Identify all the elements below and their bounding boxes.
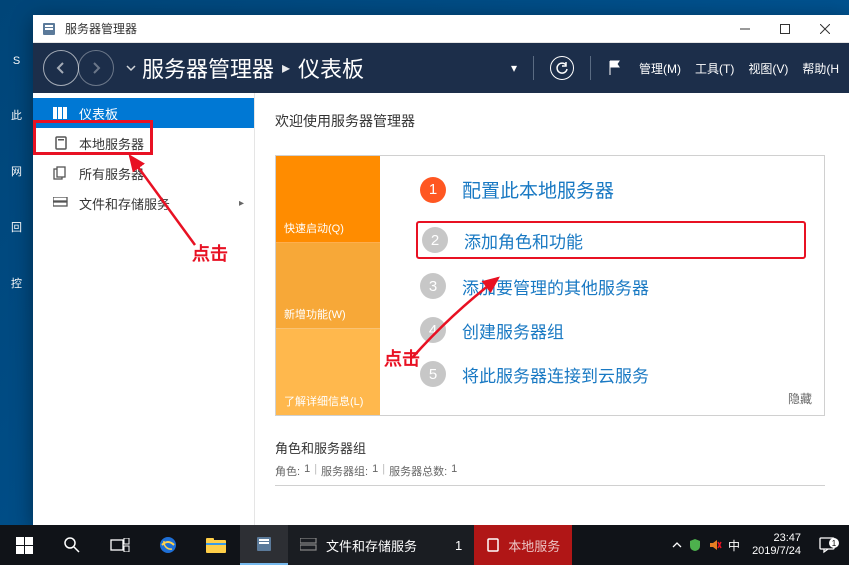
window-title: 服务器管理器 [65,20,137,37]
system-tray[interactable]: 中 [672,537,740,554]
titlebar: 服务器管理器 [33,15,849,43]
content-pane: 欢迎使用服务器管理器 快速启动(Q) 新增功能(W) 了解详细信息(L) 1 配… [255,93,849,526]
flag-icon[interactable] [607,59,623,77]
minimize-button[interactable] [725,17,765,41]
servers-icon [53,165,69,181]
welcome-heading: 欢迎使用服务器管理器 [275,111,825,131]
hide-link[interactable]: 隐藏 [788,390,812,407]
step-connect-cloud[interactable]: 5 将此服务器连接到云服务 [420,361,806,387]
taskbar-ie[interactable] [144,525,192,565]
taskbar-tile-storage[interactable]: 文件和存储服务 1 [288,525,474,565]
tray-shield-icon[interactable] [688,538,702,552]
nav-back-button[interactable] [43,50,79,86]
sidebar-item-all-servers[interactable]: 所有服务器 [33,158,254,188]
sidebar: 仪表板 本地服务器 所有服务器 文件和存储服务 ▸ [33,93,255,526]
nav-forward-button[interactable] [78,50,114,86]
breadcrumb-page[interactable]: 仪表板 [298,52,364,84]
sidebar-item-label: 文件和存储服务 [79,194,170,213]
dashboard-icon [53,105,69,121]
menu-help[interactable]: 帮助(H [802,60,839,77]
steps-list: 1 配置此本地服务器 2 添加角色和功能 3 添加要管理的其他服务器 4 [380,156,824,415]
tray-volume-icon[interactable] [708,538,722,552]
start-button[interactable] [0,525,48,565]
roles-section: 角色和服务器组 角色:1 | 服务器组:1 | 服务器总数:1 [275,438,825,486]
sidebar-item-label: 本地服务器 [79,134,144,153]
desktop-icons-column: S 此 网 回 控 [0,0,33,525]
breadcrumb: 服务器管理器 ▸ 仪表板 [142,52,511,84]
sidebar-item-dashboard[interactable]: 仪表板 [33,98,254,128]
nav-dropdown-icon[interactable] [126,63,136,73]
sidebar-item-label: 所有服务器 [79,164,144,183]
navbar: 服务器管理器 ▸ 仪表板 ▾ 管理(M) 工具(T) 视图(V) 帮助(H [33,43,849,93]
taskbar-explorer[interactable] [192,525,240,565]
app-icon [41,21,57,37]
roles-heading: 角色和服务器组 [275,438,825,457]
server-icon [53,135,69,151]
tile-quickstart[interactable]: 快速启动(Q) [276,156,380,243]
close-button[interactable] [805,17,845,41]
notification-center[interactable]: 1 [813,536,841,554]
refresh-icon[interactable] [550,56,574,80]
ime-indicator[interactable]: 中 [728,537,740,554]
menu-view[interactable]: 视图(V) [748,60,788,77]
breadcrumb-app[interactable]: 服务器管理器 [142,52,274,84]
tile-learnmore[interactable]: 了解详细信息(L) [276,329,380,415]
tray-chevron-icon[interactable] [672,540,682,550]
chevron-right-icon: ▸ [239,198,244,209]
sidebar-item-local-server[interactable]: 本地服务器 [33,128,254,158]
storage-icon [53,195,69,211]
step-configure-local[interactable]: 1 配置此本地服务器 [420,176,806,203]
sidebar-item-label: 仪表板 [79,104,118,123]
step-add-servers[interactable]: 3 添加要管理的其他服务器 [420,273,806,299]
taskbar-taskview[interactable] [96,525,144,565]
menu-tools[interactable]: 工具(T) [695,60,734,77]
welcome-tiles: 快速启动(Q) 新增功能(W) 了解详细信息(L) 1 配置此本地服务器 2 添… [275,155,825,416]
taskbar-tile-local[interactable]: 本地服务 [474,525,572,565]
taskbar-search[interactable] [48,525,96,565]
step-create-group[interactable]: 4 创建服务器组 [420,317,806,343]
taskbar-server-manager[interactable] [240,525,288,565]
menu-manage[interactable]: 管理(M) [639,60,681,77]
taskbar-clock[interactable]: 23:47 2019/7/24 [746,532,807,558]
taskbar: 文件和存储服务 1 本地服务 中 23:47 2019/7/24 1 [0,525,849,565]
server-manager-window: 服务器管理器 服务器管理器 ▸ 仪表板 ▾ [33,15,849,526]
maximize-button[interactable] [765,17,805,41]
sidebar-item-file-storage[interactable]: 文件和存储服务 ▸ [33,188,254,218]
step-add-roles[interactable]: 2 添加角色和功能 [416,221,806,259]
tile-whatsnew[interactable]: 新增功能(W) [276,243,380,330]
